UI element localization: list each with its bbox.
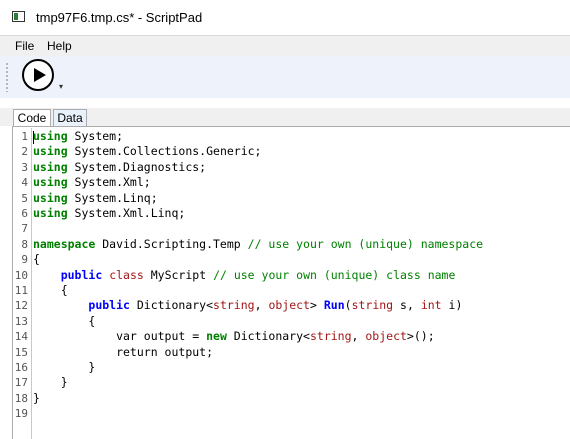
line-number: 2 — [21, 145, 28, 159]
code-line[interactable]: { — [33, 314, 95, 329]
code-line[interactable]: using System.Linq; — [33, 191, 158, 206]
line-number: 13 — [14, 314, 28, 328]
line-number: 9 — [21, 253, 28, 267]
code-line[interactable]: } — [33, 360, 95, 375]
run-button[interactable] — [22, 59, 54, 91]
code-line[interactable]: using System; — [33, 129, 123, 144]
toolbar-overflow-icon[interactable]: ▾ — [59, 83, 63, 91]
code-line[interactable]: public Dictionary<string, object> Run(st… — [33, 298, 462, 313]
line-number: 19 — [14, 407, 28, 421]
menu-help[interactable]: Help — [47, 39, 72, 53]
line-number: 7 — [21, 222, 28, 236]
menu-file[interactable]: File — [15, 39, 34, 53]
tab-data[interactable]: Data — [53, 109, 87, 126]
window-title: tmp97F6.tmp.cs* - ScriptPad — [36, 10, 203, 25]
menu-bar: File Help — [0, 36, 570, 56]
spacer — [0, 98, 570, 108]
code-line[interactable]: namespace David.Scripting.Temp // use yo… — [33, 237, 483, 252]
code-line[interactable]: } — [33, 391, 40, 406]
toolbar-grip[interactable] — [6, 62, 8, 92]
code-line[interactable]: { — [33, 283, 68, 298]
line-number: 18 — [14, 391, 28, 405]
line-number: 14 — [14, 330, 28, 344]
line-number: 6 — [21, 207, 28, 220]
line-number: 10 — [14, 268, 28, 282]
line-number: 17 — [14, 376, 28, 390]
code-line[interactable]: using System.Xml.Linq; — [33, 206, 185, 221]
app-icon — [12, 11, 25, 22]
toolbar — [0, 56, 570, 98]
line-number: 1 — [21, 130, 28, 143]
gutter-divider — [31, 128, 32, 439]
play-icon — [34, 68, 46, 82]
line-number: 3 — [21, 160, 28, 174]
code-line[interactable]: } — [33, 375, 68, 390]
tab-code[interactable]: Code — [13, 109, 51, 126]
code-line[interactable]: using System.Collections.Generic; — [33, 144, 262, 159]
line-number: 5 — [21, 191, 28, 205]
line-number: 12 — [14, 299, 28, 313]
code-line[interactable]: return output; — [33, 345, 213, 360]
code-line[interactable]: var output = new Dictionary<string, obje… — [33, 329, 435, 344]
line-number: 11 — [14, 284, 28, 297]
code-line[interactable]: using System.Diagnostics; — [33, 160, 206, 175]
line-number: 15 — [14, 345, 28, 359]
code-line[interactable]: using System.Xml; — [33, 175, 151, 190]
title-bar: tmp97F6.tmp.cs* - ScriptPad — [0, 0, 570, 36]
line-number: 8 — [21, 237, 28, 251]
line-number: 4 — [21, 176, 28, 190]
code-line[interactable]: { — [33, 252, 40, 267]
line-number: 16 — [14, 361, 28, 374]
code-line[interactable]: public class MyScript // use your own (u… — [33, 268, 456, 283]
